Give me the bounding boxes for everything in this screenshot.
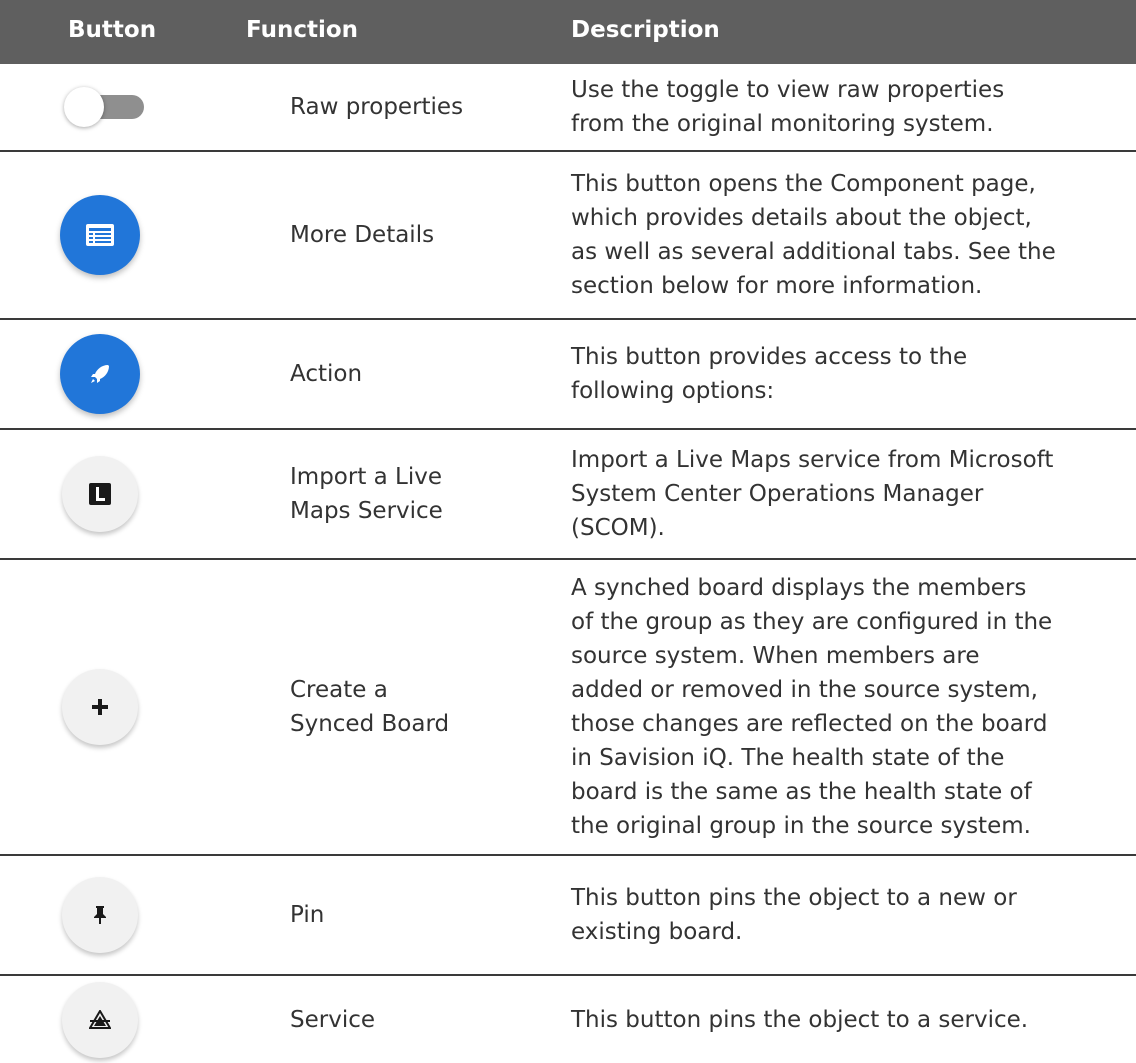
table-row-import-live-maps: Import a Live Maps Service Import a Live…	[0, 430, 1136, 560]
list-details-icon	[86, 224, 114, 246]
header-button: Button	[68, 17, 157, 43]
function-label: Action	[290, 361, 363, 387]
function-label: More Details	[290, 222, 435, 248]
function-label: Pin	[290, 902, 325, 928]
pin-icon	[94, 906, 106, 924]
import-live-maps-button[interactable]	[62, 456, 138, 532]
header-description: Description	[571, 17, 720, 43]
table-row-raw-properties: Raw properties Use the toggle to view ra…	[0, 64, 1136, 152]
description-text: Use the toggle to view raw properties fr…	[571, 77, 1005, 137]
function-label: Raw properties	[290, 94, 464, 120]
table-header: Button Function Description	[0, 0, 1136, 64]
toggle-icon	[64, 87, 104, 127]
more-details-button[interactable]	[60, 195, 140, 275]
function-label: Import a Live Maps Service	[290, 464, 443, 524]
function-label: Service	[290, 1006, 376, 1033]
description-text: This button pins the object to a new or …	[571, 885, 1017, 945]
create-synced-board-button[interactable]	[62, 669, 138, 745]
table-row-action: Action This button provides access to th…	[0, 320, 1136, 430]
table-row-service: Service This button pins the object to a…	[0, 976, 1136, 1063]
description-text: This button provides access to the follo…	[571, 344, 968, 404]
description-text: This button opens the Component page, wh…	[571, 171, 1056, 299]
description-text: Import a Live Maps service from Microsof…	[571, 447, 1054, 541]
function-label: Create a Synced Board	[290, 677, 450, 737]
live-maps-l-icon	[89, 483, 111, 505]
service-icon	[89, 1009, 111, 1029]
pin-button[interactable]	[62, 877, 138, 953]
plus-icon	[92, 699, 108, 715]
action-button[interactable]	[60, 334, 140, 414]
service-button[interactable]	[62, 981, 138, 1058]
table-row-pin: Pin This button pins the object to a new…	[0, 856, 1136, 976]
description-text: A synched board displays the members of …	[571, 575, 1053, 839]
header-function: Function	[246, 17, 359, 43]
description-text: This button pins the object to a service…	[571, 1006, 1029, 1033]
rocket-icon	[91, 365, 109, 383]
table-row-create-synced-board: Create a Synced Board A synched board di…	[0, 560, 1136, 856]
table-row-more-details: More Details This button opens the Compo…	[0, 152, 1136, 320]
raw-properties-toggle[interactable]	[64, 87, 148, 127]
